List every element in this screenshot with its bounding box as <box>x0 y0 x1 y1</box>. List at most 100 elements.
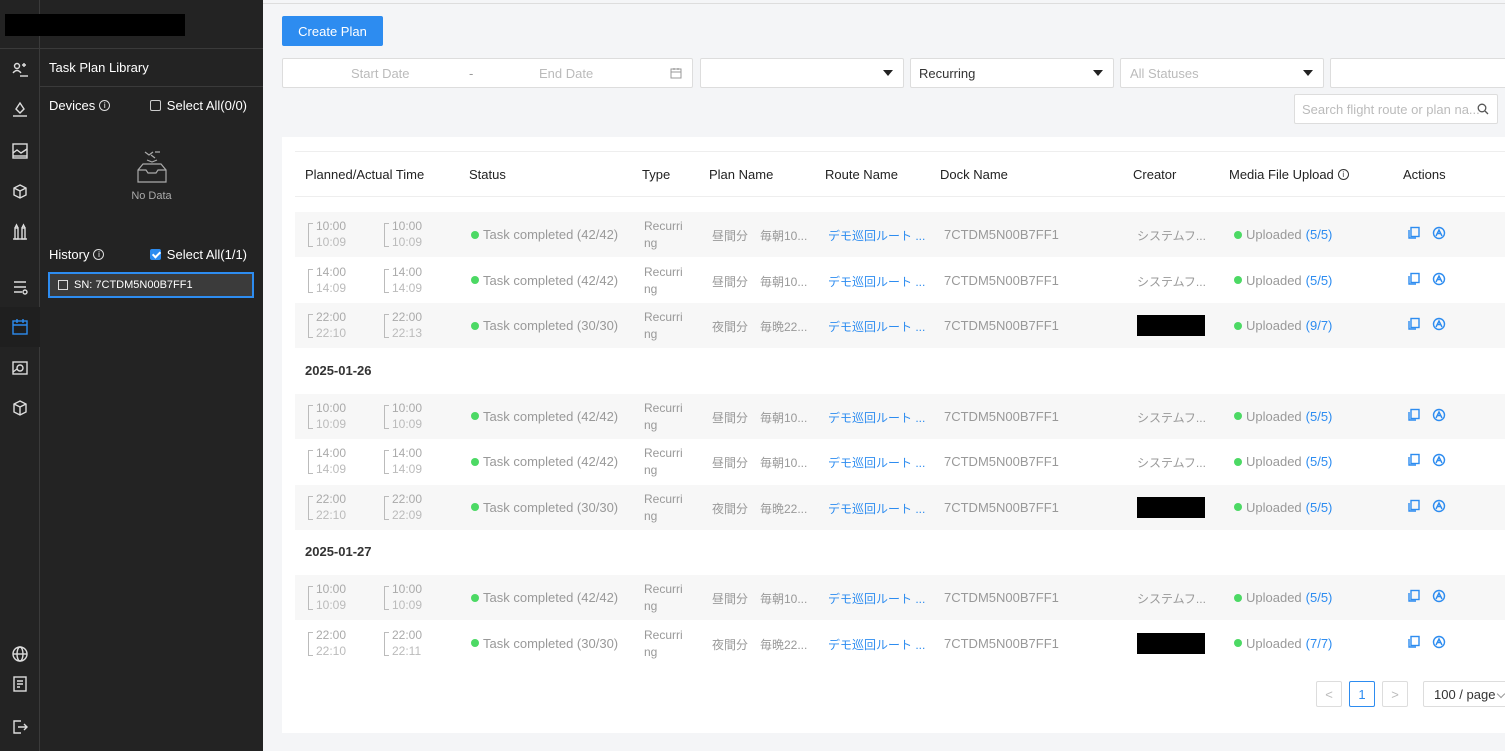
people-map-icon[interactable] <box>8 58 32 82</box>
table-row[interactable]: 14:00 14:09 14:00 14:09 Task completed (42/4… <box>295 257 1505 303</box>
history-select-all[interactable]: Select All(1/1) <box>149 247 247 262</box>
page-1-button[interactable]: 1 <box>1349 681 1375 707</box>
copy-icon[interactable] <box>1407 226 1423 242</box>
launch-flight-icon[interactable] <box>1432 317 1448 333</box>
globe-icon[interactable] <box>8 642 32 666</box>
actual-time: 10:00 10:09 <box>384 219 424 251</box>
info-icon[interactable]: i <box>99 100 111 111</box>
devices-select-all-label: Select All(0/0) <box>166 98 247 113</box>
time-bracket <box>384 404 389 429</box>
time-end: 22:09 <box>392 507 423 522</box>
upload-count-link[interactable]: (5/5) <box>1306 500 1333 515</box>
route-name-link[interactable]: デモ巡回ルート ... <box>828 636 925 653</box>
calendar-plan-icon[interactable] <box>8 315 32 339</box>
launch-flight-icon[interactable] <box>1432 453 1448 469</box>
image-gallery-icon[interactable] <box>8 139 32 163</box>
logout-icon[interactable] <box>8 715 32 739</box>
creator-cell: システムフ... <box>1137 229 1206 243</box>
copy-icon[interactable] <box>1407 453 1423 469</box>
history-device-item[interactable]: SN: 7CTDM5N00B7FF1 <box>48 272 254 298</box>
upload-count-link[interactable]: (5/5) <box>1306 273 1333 288</box>
prev-page-button[interactable]: < <box>1316 681 1342 707</box>
launch-flight-icon[interactable] <box>1432 499 1448 515</box>
devices-select-all-checkbox[interactable] <box>149 100 161 111</box>
route-name-link[interactable]: デモ巡回ルート ... <box>828 454 925 471</box>
table-row[interactable]: 10:00 10:09 10:00 10:09 Task completed (42/4… <box>295 575 1505 620</box>
table-row[interactable]: 22:00 22:10 22:00 22:13 Task completed (30/3… <box>295 303 1505 348</box>
extra-filter-field[interactable] <box>1330 58 1505 88</box>
info-icon[interactable]: i <box>1337 169 1349 180</box>
log-list-icon[interactable] <box>8 672 32 696</box>
status-text: Task completed (42/42) <box>483 590 619 605</box>
copy-icon[interactable] <box>1407 317 1423 333</box>
route-name-link[interactable]: デモ巡回ルート ... <box>828 409 925 426</box>
route-name-link[interactable]: デモ巡回ルート ... <box>828 590 925 607</box>
launch-flight-icon[interactable] <box>1432 635 1448 651</box>
upload-status: Uploaded <box>1246 408 1302 424</box>
upload-count-link[interactable]: (5/5) <box>1306 590 1333 605</box>
route-name-link[interactable]: デモ巡回ルート ... <box>828 318 925 335</box>
page-size-select[interactable]: 100 / page <box>1423 681 1505 707</box>
info-icon[interactable]: i <box>93 249 105 260</box>
table-row[interactable]: 14:00 14:09 14:00 14:09 Task completed (42/4… <box>295 439 1505 484</box>
upload-count-link[interactable]: (5/5) <box>1306 227 1333 242</box>
start-date-input[interactable]: Start Date <box>351 66 410 81</box>
creator-cell: システムフ... <box>1137 274 1206 289</box>
no-data-placeholder: No Data <box>40 148 263 202</box>
building-icon[interactable] <box>8 220 32 244</box>
search-icon[interactable] <box>1477 103 1489 115</box>
date-separator: - <box>469 65 474 81</box>
table-row[interactable]: 22:00 22:10 22:00 22:11 Task completed (30/3… <box>295 620 1505 666</box>
copy-icon[interactable] <box>1407 408 1423 424</box>
history-section-label: History i <box>49 247 105 262</box>
status-text: Task completed (42/42) <box>483 227 619 242</box>
table-row[interactable]: 10:00 10:09 10:00 10:09 Task completed (42/4… <box>295 393 1505 439</box>
route-name-link[interactable]: デモ巡回ルート ... <box>828 227 925 244</box>
dock-select[interactable] <box>700 58 904 88</box>
upload-count-link[interactable]: (7/7) <box>1306 636 1333 651</box>
upload-count-link[interactable]: (5/5) <box>1306 409 1333 424</box>
end-date-input[interactable]: End Date <box>539 66 593 81</box>
copy-icon[interactable] <box>1407 589 1423 605</box>
task-list-icon[interactable] <box>8 275 32 299</box>
time-end: 22:10 <box>316 643 347 658</box>
status-select[interactable]: All Statuses <box>1120 58 1324 88</box>
col-route: Route Name <box>825 167 898 182</box>
actual-time: 22:00 22:11 <box>384 628 424 660</box>
next-page-button[interactable]: > <box>1382 681 1408 707</box>
package-icon[interactable] <box>8 396 32 420</box>
chevron-down-icon <box>1496 689 1505 699</box>
icon-rail <box>0 0 40 751</box>
launch-flight-icon[interactable] <box>1432 272 1448 288</box>
devices-label: Devices <box>49 98 96 113</box>
actual-time: 14:00 14:09 <box>384 446 424 478</box>
upload-count-link[interactable]: (5/5) <box>1306 454 1333 469</box>
time-end: 22:13 <box>392 326 423 340</box>
date-range-picker[interactable]: Start Date - End Date <box>282 58 693 88</box>
copy-icon[interactable] <box>1407 635 1423 651</box>
launch-flight-icon[interactable] <box>1432 408 1448 424</box>
model-cube-icon[interactable] <box>8 180 32 204</box>
media-library-icon[interactable] <box>8 356 32 380</box>
table-row[interactable]: 22:00 22:10 22:00 22:09 Task completed (30/3… <box>295 484 1505 530</box>
plan-name-cell: 夜間分 毎晩22... <box>712 320 808 334</box>
col-dock: Dock Name <box>940 167 1008 182</box>
time-end: 22:11 <box>392 643 422 658</box>
launch-flight-icon[interactable] <box>1432 589 1448 605</box>
type-cell: Recurring <box>644 491 683 523</box>
upload-count-link[interactable]: (9/7) <box>1306 318 1333 333</box>
route-name-link[interactable]: デモ巡回ルート ... <box>828 500 925 517</box>
route-name-link[interactable]: デモ巡回ルート ... <box>828 273 925 290</box>
type-select[interactable]: Recurring <box>910 58 1114 88</box>
history-select-all-checkbox[interactable] <box>149 249 161 260</box>
plan-name-cell: 夜間分 毎晩22... <box>712 501 808 516</box>
create-plan-button[interactable]: Create Plan <box>282 16 383 46</box>
devices-select-all[interactable]: Select All(0/0) <box>149 98 247 113</box>
copy-icon[interactable] <box>1407 272 1423 288</box>
location-pin-icon[interactable] <box>8 98 32 122</box>
table-row[interactable]: 10:00 10:09 10:00 10:09 Task completed (42/4… <box>295 212 1505 257</box>
search-input[interactable]: Search flight route or plan na... <box>1294 94 1498 124</box>
launch-flight-icon[interactable] <box>1432 226 1448 242</box>
copy-icon[interactable] <box>1407 499 1423 515</box>
calendar-icon[interactable] <box>670 67 682 79</box>
